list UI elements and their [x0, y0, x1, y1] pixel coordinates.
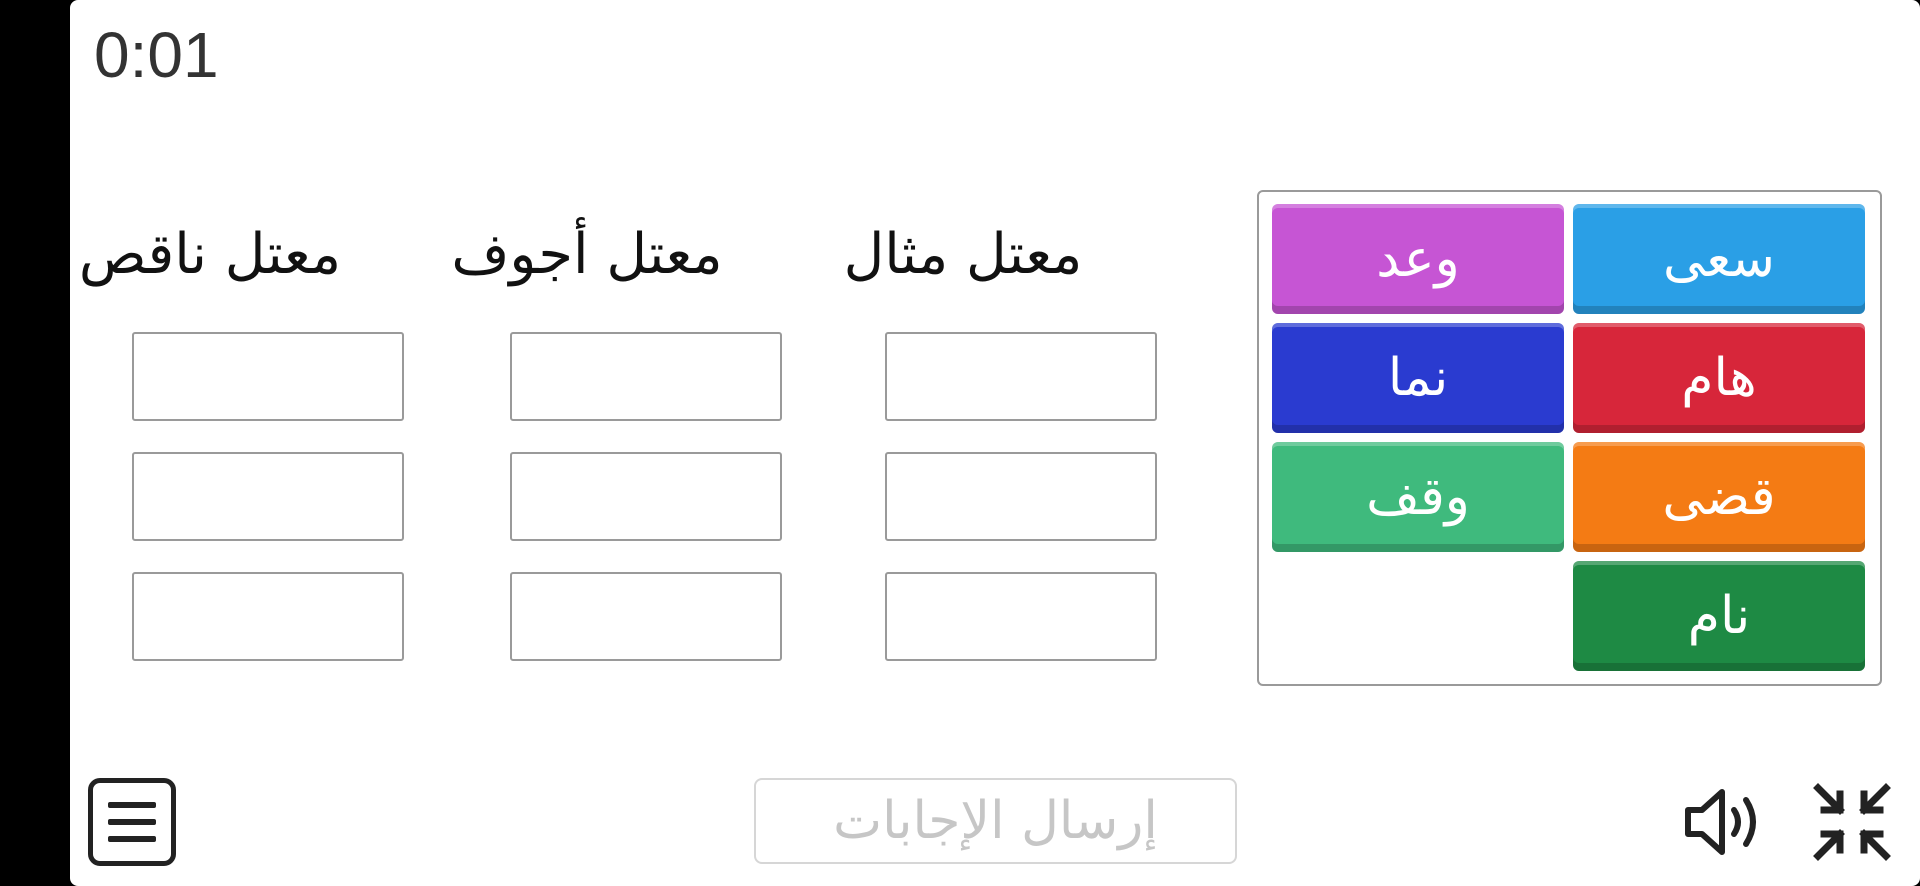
sound-button[interactable] [1682, 784, 1768, 860]
drop-slot-ajwaf-2[interactable] [510, 452, 782, 541]
word-tile[interactable]: وقف [1272, 442, 1564, 552]
drop-slot-naqis-1[interactable] [132, 332, 404, 421]
drop-slot-mithal-1[interactable] [885, 332, 1157, 421]
word-bank: سعى وعد هام نما قضى وقف نام [1257, 190, 1882, 686]
drop-slot-ajwaf-3[interactable] [510, 572, 782, 661]
word-tile[interactable]: سعى [1573, 204, 1865, 314]
drop-slot-ajwaf-1[interactable] [510, 332, 782, 421]
drop-slot-naqis-2[interactable] [132, 452, 404, 541]
menu-button[interactable] [88, 778, 176, 866]
speaker-icon [1685, 789, 1756, 855]
collapse-button[interactable] [1812, 782, 1892, 862]
word-tile[interactable]: نما [1272, 323, 1564, 433]
word-tile[interactable]: قضى [1573, 442, 1865, 552]
column-header-naqis: معتل ناقص [78, 222, 342, 287]
drop-slot-mithal-2[interactable] [885, 452, 1157, 541]
word-tile[interactable]: نام [1573, 561, 1865, 671]
column-header-mithal: معتل مثال [843, 222, 1083, 287]
submit-answers-button[interactable]: إرسال الإجابات [754, 778, 1237, 864]
menu-icon [108, 802, 156, 842]
word-tile[interactable]: وعد [1272, 204, 1564, 314]
timer: 0:01 [94, 19, 219, 91]
collapse-icon [1813, 783, 1891, 861]
activity-stage: 0:01 معتل مثال معتل أجوف معتل ناقص سعى و… [70, 0, 1920, 886]
word-tile[interactable]: هام [1573, 323, 1865, 433]
drop-slot-mithal-3[interactable] [885, 572, 1157, 661]
drop-slot-naqis-3[interactable] [132, 572, 404, 661]
column-header-ajwaf: معتل أجوف [451, 222, 723, 287]
